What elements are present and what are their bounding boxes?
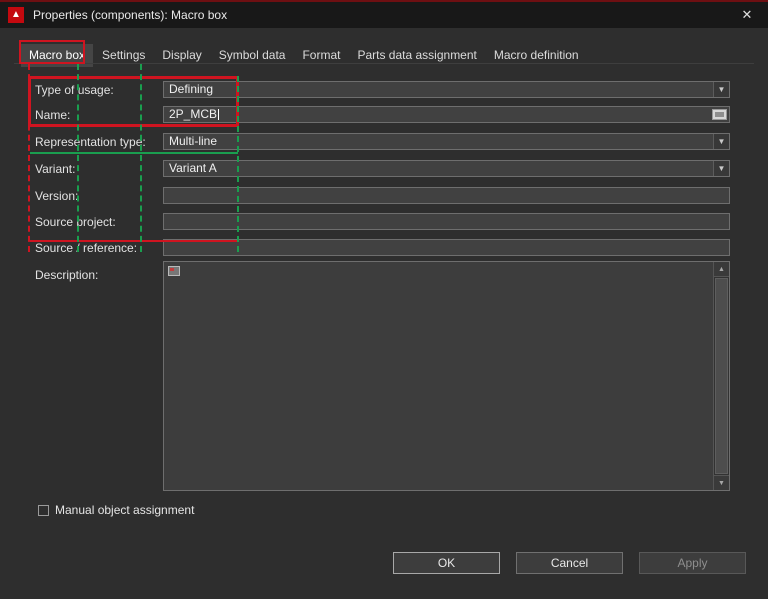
chevron-down-icon[interactable]: ▼ xyxy=(713,134,729,149)
source-project-label: Source project: xyxy=(35,215,116,229)
image-placeholder-icon xyxy=(168,266,180,276)
representation-type-label: Representation type: xyxy=(35,135,146,149)
chevron-down-icon[interactable]: ▼ xyxy=(713,82,729,97)
browse-icon[interactable] xyxy=(712,109,727,120)
name-value: 2P_MCB xyxy=(169,107,218,121)
representation-type-select[interactable]: Multi-line ▼ xyxy=(163,133,730,150)
row-name: Name: 2P_MCB xyxy=(0,106,768,124)
type-of-usage-select[interactable]: Defining ▼ xyxy=(163,81,730,98)
manual-object-assignment-row: Manual object assignment xyxy=(38,503,194,517)
tab-separator xyxy=(14,63,754,64)
version-input[interactable] xyxy=(163,187,730,204)
annotation-green-underline xyxy=(30,152,238,154)
ok-button[interactable]: OK xyxy=(393,552,500,574)
row-version: Version: xyxy=(0,187,768,205)
variant-select[interactable]: Variant A ▼ xyxy=(163,160,730,177)
type-of-usage-label: Type of usage: xyxy=(35,83,114,97)
manual-object-assignment-label: Manual object assignment xyxy=(55,503,195,517)
version-label: Version: xyxy=(35,189,79,203)
row-type-of-usage: Type of usage: Defining ▼ xyxy=(0,81,768,99)
source-reference-input[interactable] xyxy=(163,239,730,256)
row-representation-type: Representation type: Multi-line ▼ xyxy=(0,133,768,151)
representation-type-value: Multi-line xyxy=(169,134,218,148)
scroll-up-icon[interactable]: ▲ xyxy=(714,262,729,277)
window-title: Properties (components): Macro box xyxy=(33,8,228,22)
name-label: Name: xyxy=(35,108,71,122)
scroll-down-icon[interactable]: ▼ xyxy=(714,475,729,490)
titlebar: ▲ Properties (components): Macro box ✕ xyxy=(0,2,768,28)
manual-object-assignment-checkbox[interactable] xyxy=(38,504,49,516)
variant-label: Variant: xyxy=(35,162,76,176)
cancel-button[interactable]: Cancel xyxy=(516,552,623,574)
description-label: Description: xyxy=(35,268,99,282)
scrollbar-thumb[interactable] xyxy=(715,278,728,474)
description-textarea[interactable]: ▲ ▼ xyxy=(163,261,730,491)
text-caret xyxy=(218,109,220,120)
variant-value: Variant A xyxy=(169,161,217,175)
row-source-project: Source project: xyxy=(0,213,768,231)
properties-dialog: ▲ Properties (components): Macro box ✕ M… xyxy=(0,0,768,599)
row-source-reference: Source / reference: xyxy=(0,239,768,257)
description-scrollbar[interactable]: ▲ ▼ xyxy=(713,262,729,490)
close-icon[interactable]: ✕ xyxy=(737,5,757,25)
source-reference-label: Source / reference: xyxy=(35,241,138,255)
name-input[interactable]: 2P_MCB xyxy=(163,106,730,123)
type-of-usage-value: Defining xyxy=(169,82,214,96)
app-logo-icon: ▲ xyxy=(8,7,24,23)
source-project-input[interactable] xyxy=(163,213,730,230)
row-variant: Variant: Variant A ▼ xyxy=(0,160,768,178)
apply-button[interactable]: Apply xyxy=(639,552,746,574)
chevron-down-icon[interactable]: ▼ xyxy=(713,161,729,176)
